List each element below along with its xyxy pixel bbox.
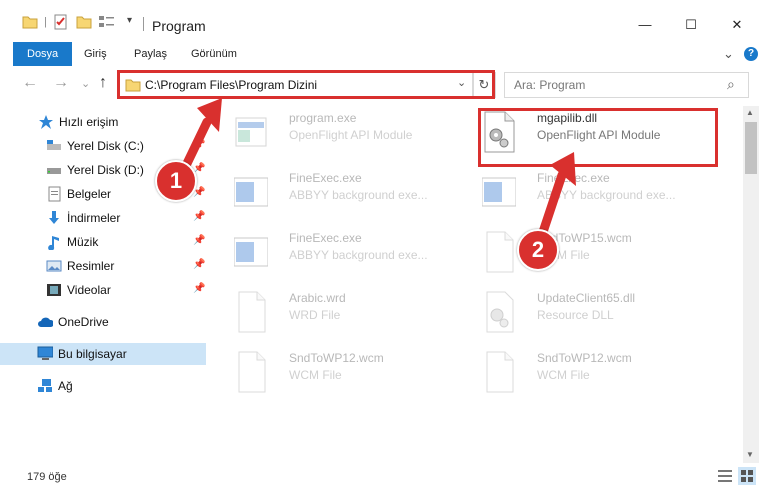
annotation-arrows bbox=[175, 98, 576, 243]
callout-1: 1 bbox=[155, 160, 197, 202]
callout-2: 2 bbox=[517, 229, 559, 271]
explorer-window: | ▾ Program — ☐ ✕ Dosya Giriş Paylaş Gör… bbox=[0, 0, 769, 501]
